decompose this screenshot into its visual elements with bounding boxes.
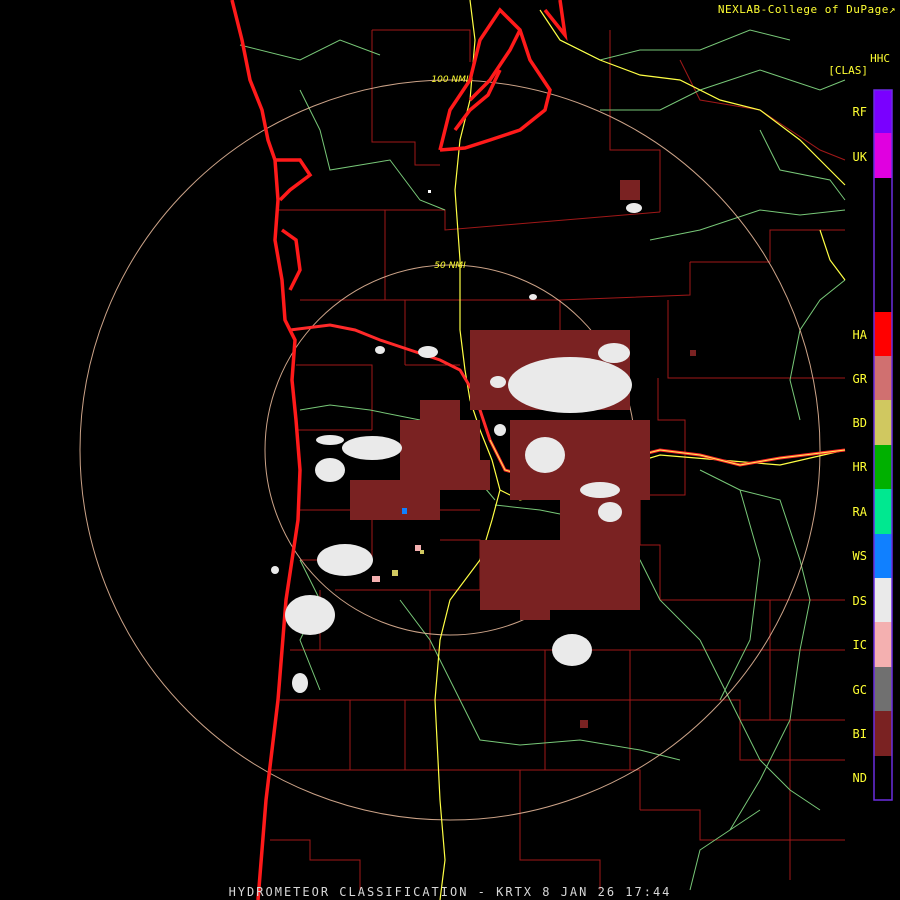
range-ring-labels: 50 NMI 100 NMI [431,75,469,271]
legend-swatch-ra [874,489,892,534]
legend-swatch-uk [874,133,892,178]
legend-swatch-gc [874,667,892,711]
range-ring-label-100: 100 NMI [431,75,469,85]
product-sub-label: [CLAS] [828,64,868,77]
legend-color-bar [873,89,893,801]
legend-swatch-ha [874,312,892,356]
legend-swatch-ws [874,534,892,578]
legend-swatch-rf [874,90,892,133]
legend-label-ds: DS [852,594,867,608]
credit-text: NEXLAB-College of DuPage [717,3,889,16]
legend-label-ws: WS [852,549,867,563]
legend-label-bi: BI [852,727,867,741]
legend-label-nd: ND [852,771,867,785]
legend-swatch-hr [874,445,892,489]
legend-swatch-bd [874,400,892,445]
legend-swatch-ic [874,622,892,667]
legend-label-uk: UK [852,150,867,164]
radar-map-view: 50 NMI 100 NMI NEXLAB-College of DuPage↗… [0,0,900,900]
legend-label-gc: GC [852,683,867,697]
footer-caption: HYDROMETEOR CLASSIFICATION - KRTX 8 JAN … [228,885,672,899]
echo-returns [271,180,696,728]
legend-swatch-bi [874,711,892,756]
legend-swatch-nd [874,756,892,800]
legend-label-bd: BD [852,416,867,430]
legend-label-ha: HA [852,328,867,342]
product-code: HHC [870,52,890,65]
legend-label-hr: HR [852,460,867,474]
external-link-icon: ↗ [888,3,896,16]
credit-label[interactable]: NEXLAB-College of DuPage↗ [718,3,896,16]
legend-label-rf: RF [852,105,867,119]
legend-label-ic: IC [852,638,867,652]
range-ring-label-50: 50 NMI [434,261,466,271]
legend-swatch-gr [874,356,892,400]
radar-map-canvas: 50 NMI 100 NMI [79,0,893,900]
legend-label-gr: GR [852,372,867,386]
legend-label-ra: RA [852,505,867,519]
legend-swatch-ds [874,578,892,622]
